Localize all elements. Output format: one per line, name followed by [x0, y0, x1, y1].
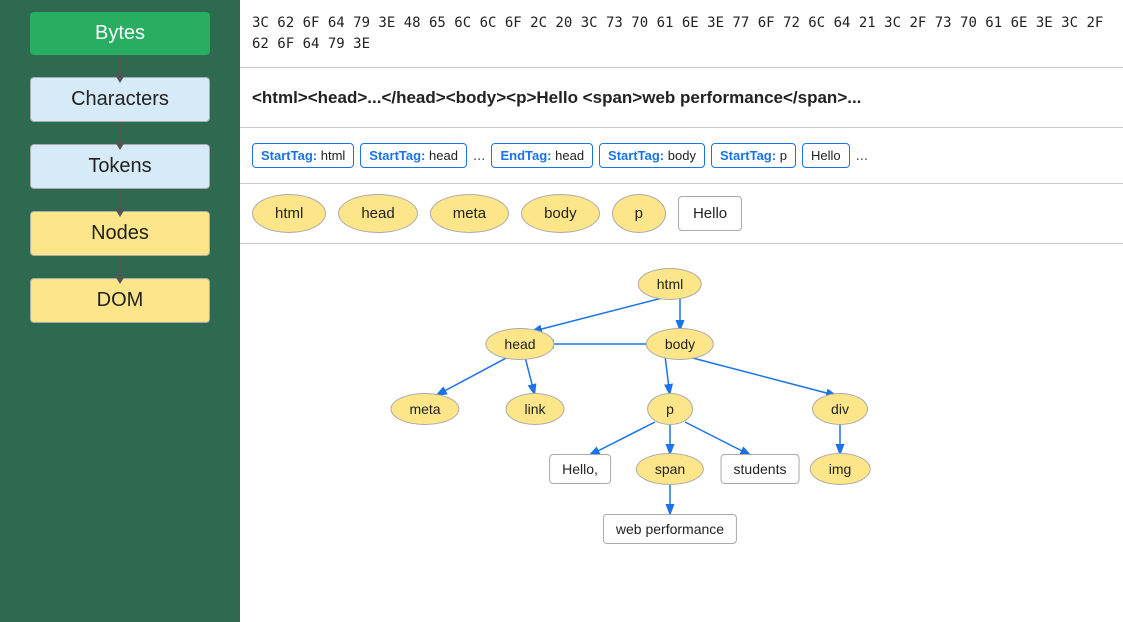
chars-text: <html><head>...</head><body><p>Hello <sp…: [252, 88, 861, 108]
dom-p: p: [647, 393, 693, 425]
node-list: html head meta body p Hello: [252, 194, 742, 233]
dom-span: span: [636, 453, 704, 485]
pipeline: Bytes Characters Tokens Nodes DOM: [0, 0, 240, 622]
dom-body: body: [646, 328, 714, 360]
node-body: body: [521, 194, 600, 233]
token-startp-label: StartTag:: [720, 148, 776, 163]
arrow-tokens-nodes: [119, 189, 121, 211]
node-p: p: [612, 194, 666, 233]
arrow-chars-tokens: [119, 122, 121, 144]
token-ellipsis2: ...: [856, 147, 869, 164]
bytes-section: 3C 62 6F 64 79 3E 48 65 6C 6C 6F 2C 20 3…: [240, 0, 1123, 68]
token-starthtml-value: html: [321, 148, 346, 163]
dom-link-label: link: [505, 393, 564, 425]
arrow-nodes-dom: [119, 256, 121, 278]
pipeline-dom: DOM: [30, 278, 210, 323]
token-starthead-value: head: [429, 148, 458, 163]
dom-tree: html head body meta link: [240, 254, 1123, 514]
dom-div-label: div: [812, 393, 868, 425]
pipeline-characters: Characters: [30, 77, 210, 122]
dom-head-label: head: [485, 328, 554, 360]
token-startbody-label: StartTag:: [608, 148, 664, 163]
dom-span-label: span: [636, 453, 704, 485]
content-area: 3C 62 6F 64 79 3E 48 65 6C 6C 6F 2C 20 3…: [240, 0, 1123, 622]
dom-p-label: p: [647, 393, 693, 425]
dom-html-label: html: [638, 268, 702, 300]
token-endhead-label: EndTag:: [500, 148, 551, 163]
token-hello-value: Hello: [811, 148, 841, 163]
dom-head: head: [485, 328, 554, 360]
dom-students-label: students: [721, 454, 800, 484]
token-startbody: StartTag: body: [599, 143, 705, 168]
dom-meta: meta: [390, 393, 459, 425]
dom-hello-box-label: Hello,: [549, 454, 611, 484]
pipeline-bytes: Bytes: [30, 12, 210, 55]
dom-webperf: web performance: [603, 514, 737, 544]
dom-img-label: img: [810, 453, 871, 485]
chars-display: <html><head>...</head><body><p>Hello <sp…: [252, 88, 861, 107]
arrow-bytes-chars: [119, 55, 121, 77]
dom-section: html head body meta link: [240, 244, 1123, 622]
token-startp: StartTag: p: [711, 143, 796, 168]
dom-body-label: body: [646, 328, 714, 360]
main-container: Bytes Characters Tokens Nodes DOM 3C 62 …: [0, 0, 1123, 622]
token-startbody-value: body: [668, 148, 696, 163]
token-ellipsis1: ...: [473, 147, 486, 164]
nodes-section: html head meta body p Hello: [240, 184, 1123, 244]
chars-section: <html><head>...</head><body><p>Hello <sp…: [240, 68, 1123, 128]
token-starthead: StartTag: head: [360, 143, 467, 168]
token-starthtml-label: StartTag:: [261, 148, 317, 163]
token-endhead: EndTag: head: [491, 143, 593, 168]
node-meta: meta: [430, 194, 509, 233]
token-endhead-value: head: [555, 148, 584, 163]
token-hello: Hello: [802, 143, 850, 168]
token-starthtml: StartTag: html: [252, 143, 354, 168]
dom-hello-box: Hello,: [549, 454, 611, 484]
token-list: StartTag: html StartTag: head ... EndTag…: [252, 143, 868, 168]
bytes-text: 3C 62 6F 64 79 3E 48 65 6C 6C 6F 2C 20 3…: [252, 13, 1111, 55]
node-head: head: [338, 194, 417, 233]
dom-html: html: [638, 268, 702, 300]
dom-img: img: [810, 453, 871, 485]
dom-webperf-label: web performance: [603, 514, 737, 544]
dom-meta-label: meta: [390, 393, 459, 425]
pipeline-nodes: Nodes: [30, 211, 210, 256]
token-startp-value: p: [780, 148, 787, 163]
node-html: html: [252, 194, 326, 233]
dom-link: link: [505, 393, 564, 425]
token-starthead-label: StartTag:: [369, 148, 425, 163]
pipeline-tokens: Tokens: [30, 144, 210, 189]
tokens-section: StartTag: html StartTag: head ... EndTag…: [240, 128, 1123, 184]
dom-students: students: [721, 454, 800, 484]
node-hello-box: Hello: [678, 196, 742, 231]
dom-div: div: [812, 393, 868, 425]
